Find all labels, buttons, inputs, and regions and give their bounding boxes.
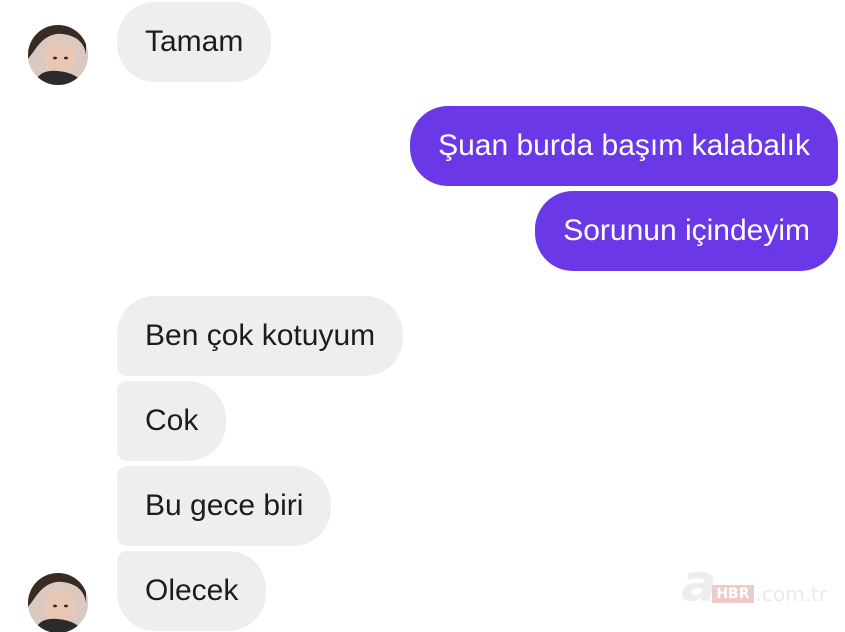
message-outgoing[interactable]: Sorunun içindeyim [535,191,838,271]
avatar-photo-icon [28,25,88,85]
watermark-logo: a [681,554,717,614]
message-incoming[interactable]: Ben çok kotuyum [117,296,404,376]
site-watermark: a HBR .com.tr [681,558,827,610]
contact-avatar[interactable] [28,25,88,85]
watermark-text: HBR .com.tr [712,582,827,606]
message-text: Bu gece biri [145,489,304,522]
message-text: Şuan burda başım kalabalık [438,129,810,162]
message-incoming[interactable]: Bu gece biri [117,466,332,546]
message-text: Tamam [145,25,244,58]
message-incoming[interactable]: Olecek [117,551,267,631]
watermark-badge: HBR [712,585,754,603]
message-incoming[interactable]: Tamam [117,2,272,82]
message-text: Sorunun içindeyim [563,214,810,247]
chat-thread: Tamam Şuan burda başım kalabalık Sorunun… [0,0,845,632]
message-outgoing[interactable]: Şuan burda başım kalabalık [410,106,838,186]
contact-avatar[interactable] [28,573,88,632]
avatar-photo-icon [28,573,88,632]
watermark-domain: .com.tr [755,582,828,606]
message-incoming[interactable]: Cok [117,381,227,461]
message-text: Ben çok kotuyum [145,319,376,352]
message-text: Cok [145,404,199,437]
message-text: Olecek [145,574,239,607]
